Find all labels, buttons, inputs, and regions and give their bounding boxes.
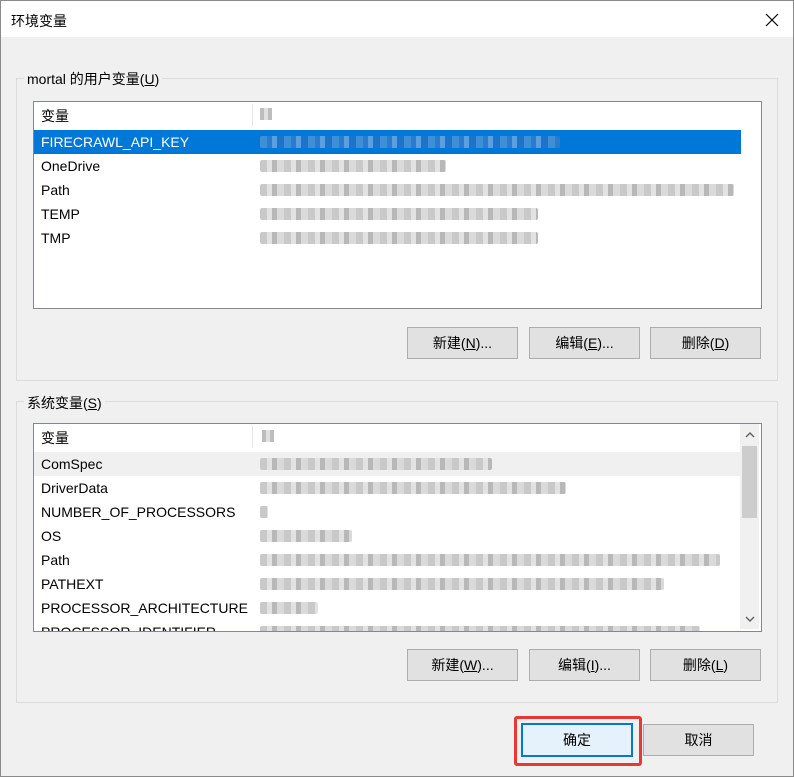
variable-name: OS [41,528,62,544]
system-edit-button[interactable]: 编辑(I)... [529,649,640,681]
title-bar: 环境变量 [1,1,793,37]
table-row[interactable]: DriverData [34,476,740,500]
btn-text: )... [475,335,493,351]
table-row[interactable]: TEMP [34,202,741,226]
btn-text: )... [477,657,494,673]
user-label-suffix: ) [154,71,160,87]
btn-accel: D [714,335,725,351]
table-row[interactable]: OneDrive [34,154,741,178]
variable-value-redacted [260,578,664,590]
column-header-variable[interactable]: 变量 [34,102,251,126]
table-row[interactable]: TMP [34,226,741,250]
variable-value-redacted [260,602,318,614]
system-variables-label: 系统变量(S) [24,393,105,413]
column-header-value-redacted[interactable] [262,430,274,442]
variable-name: TMP [41,230,71,246]
variable-name: NUMBER_OF_PROCESSORS [41,504,236,520]
variable-name: PROCESSOR_IDENTIFIER [41,624,217,632]
btn-text: 编辑( [558,657,591,673]
user-edit-button[interactable]: 编辑(E)... [529,327,640,359]
btn-accel: W [464,657,478,673]
user-label-key: U [144,71,155,87]
chevron-down-icon [745,616,754,622]
table-row[interactable]: Path [34,178,741,202]
variable-value-redacted [260,626,700,631]
variable-name: ComSpec [41,456,103,472]
system-label-prefix: 系统变量( [27,395,88,411]
scroll-down-button[interactable] [741,610,758,627]
table-row[interactable]: PROCESSOR_ARCHITECTURE [34,596,740,620]
variable-name: PATHEXT [41,576,104,592]
btn-accel: E [587,335,598,351]
user-variables-list[interactable]: 变量 FIRECRAWL_API_KEY OneDrive Path TEMP … [33,101,762,309]
btn-text: ) [723,657,729,673]
variable-name: Path [41,182,70,198]
ok-button[interactable]: 确定 [521,723,633,757]
variable-name: PROCESSOR_ARCHITECTURE [41,600,248,616]
table-row[interactable]: PROCESSOR_IDENTIFIER [34,620,740,632]
btn-text: 新建( [431,657,465,673]
column-separator[interactable] [252,104,253,126]
btn-text: 编辑( [555,335,588,351]
variable-value-redacted [260,184,734,196]
btn-text: 删除( [682,657,716,673]
scroll-thumb[interactable] [742,446,757,518]
table-row[interactable]: Path [34,548,740,572]
variable-value-redacted [260,530,352,542]
btn-text: 新建( [432,335,466,351]
close-button[interactable] [757,5,787,35]
list-header: 变量 [34,424,761,448]
table-row[interactable]: ComSpec [34,452,740,476]
table-row[interactable]: NUMBER_OF_PROCESSORS [34,500,740,524]
system-delete-button[interactable]: 删除(L) [650,649,761,681]
btn-accel: L [715,657,724,673]
column-header-variable[interactable]: 变量 [34,424,251,448]
variable-value-redacted [260,232,538,244]
system-label-suffix: ) [97,395,102,411]
table-row[interactable]: FIRECRAWL_API_KEY [34,130,741,154]
vertical-scrollbar[interactable] [740,424,759,629]
variable-value-redacted [260,482,566,494]
variable-value-redacted [260,160,446,172]
user-variables-label: mortal 的用户变量(U) [24,69,163,89]
variable-name: Path [41,552,70,568]
variable-value-redacted [260,458,492,470]
chevron-up-icon [745,431,754,437]
variable-name: DriverData [41,480,108,496]
system-label-key: S [87,395,98,411]
btn-text: )... [594,657,611,673]
variable-name: TEMP [41,206,80,222]
btn-text: 删除( [681,335,715,351]
scroll-up-button[interactable] [741,426,758,443]
user-label-prefix: mortal 的用户变量( [27,71,145,87]
variable-value-redacted [260,506,268,518]
user-delete-button[interactable]: 删除(D) [650,327,761,359]
btn-accel: N [465,335,476,351]
system-new-button[interactable]: 新建(W)... [407,649,518,681]
close-icon [765,13,779,27]
column-separator[interactable] [252,426,253,448]
variable-value-redacted [260,136,560,148]
table-row[interactable]: OS [34,524,740,548]
variable-value-redacted [260,554,720,566]
user-new-button[interactable]: 新建(N)... [407,327,518,359]
system-variables-list[interactable]: 变量 ComSpec DriverData NUMBER_OF_PROCESSO… [33,423,762,632]
variable-name: OneDrive [41,158,101,174]
window-title: 环境变量 [11,13,67,29]
list-header: 变量 [34,102,761,126]
column-header-value-redacted[interactable] [260,108,272,120]
btn-text: ) [724,335,730,351]
cancel-button[interactable]: 取消 [643,724,754,756]
btn-text: )... [597,335,614,351]
variable-value-redacted [260,208,538,220]
table-row[interactable]: PATHEXT [34,572,740,596]
variable-name: FIRECRAWL_API_KEY [41,134,190,150]
